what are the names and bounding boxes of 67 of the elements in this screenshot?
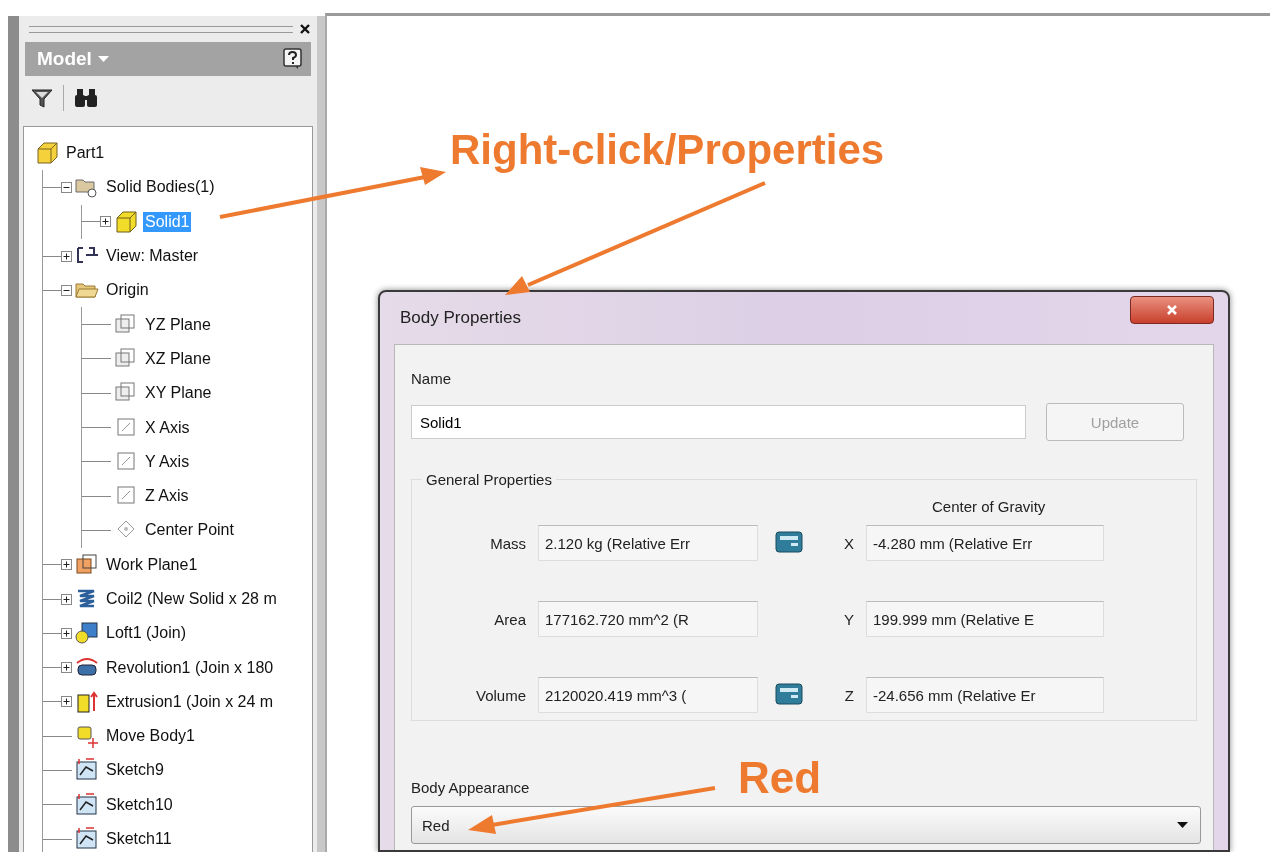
property-label: Volume [474,686,527,704]
tree-item[interactable]: Y Axis [143,451,192,472]
tree-item[interactable]: Move Body1 [104,726,197,747]
tree-item[interactable]: Coil2 (New Solid x 28 m [104,589,279,609]
cube-icon [34,140,60,167]
close-button[interactable] [1130,296,1214,324]
tree-item[interactable]: XY Plane [143,383,214,404]
tree-item[interactable]: Part1 [64,143,107,164]
value-field[interactable]: 2120020.419 mm^3 ( [538,677,758,713]
move-icon [74,723,100,750]
tree-item[interactable]: XZ Plane [143,348,213,369]
value-field[interactable]: 2.120 kg (Relative Err [538,525,758,561]
property-label: Mass [489,534,527,552]
appearance-label: Body Appearance [411,779,531,796]
collapse-icon[interactable] [61,284,72,296]
tree-item[interactable]: Center Point [143,520,236,541]
value-field[interactable]: 177162.720 mm^2 (R [538,601,758,637]
sketch-icon [74,791,100,818]
tree-item[interactable]: Revolution1 (Join x 180 [104,657,276,678]
tree-item[interactable]: Sketch9 [104,760,166,781]
tree-item[interactable]: X Axis [143,417,192,438]
dialog-title: Body Properties [399,308,521,328]
caret-icon [1177,821,1188,829]
expand-icon[interactable] [61,593,72,605]
annotation-text: Red [738,753,822,803]
help-icon[interactable] [283,48,303,70]
property-label: Area [493,610,527,628]
tree-item[interactable]: Loft1 (Join) [104,623,189,644]
appearance-dropdown[interactable]: Red [411,806,1201,844]
value-field[interactable]: -24.656 mm (Relative Er [866,677,1104,713]
expand-icon[interactable] [61,627,72,639]
collapse-icon[interactable] [61,181,72,193]
tree-item[interactable]: Origin [104,280,151,301]
name-label: Name [411,370,452,387]
close-icon [1166,304,1178,316]
tree-item[interactable]: YZ Plane [143,314,213,335]
annotation-text: Right-click/Properties [450,126,885,174]
value-field[interactable]: 199.999 mm (Relative E [866,601,1104,637]
close-icon[interactable] [299,23,311,35]
tree-item[interactable]: Z Axis [143,486,191,507]
binoculars-icon[interactable] [74,87,98,109]
loft-icon [74,620,100,647]
filter-icon[interactable] [31,87,53,109]
expand-icon[interactable] [61,696,72,708]
axis-label: Z [843,686,855,704]
tree-item[interactable]: Solid Bodies(1) [104,177,217,198]
copy-button-icon[interactable] [775,682,803,705]
tree-item[interactable]: View: Master [104,246,201,267]
tree-item[interactable]: Work Plane1 [104,554,200,575]
expand-icon[interactable] [61,559,72,571]
tree-item[interactable]: Sketch10 [104,794,175,815]
expand-icon[interactable] [100,216,111,228]
expand-icon[interactable] [61,662,72,674]
expand-icon[interactable] [61,250,72,262]
dropdown-value: Red [422,816,450,834]
axis-label: X [843,534,855,552]
axis-label: Y [843,610,855,628]
sketch-icon [74,826,100,852]
group-title: General Properties [425,471,553,488]
gravity-label: Center of Gravity [932,498,1046,515]
name-field[interactable]: Solid1 [411,405,1026,439]
value-field[interactable]: -4.280 mm (Relative Err [866,525,1104,561]
copy-button-icon[interactable] [775,530,803,553]
tree-item[interactable]: Sketch11 [104,829,174,850]
cube-icon [113,208,139,235]
tree-item[interactable]: Extrusion1 (Join x 24 m [104,691,276,712]
grip-handle[interactable] [29,25,293,33]
